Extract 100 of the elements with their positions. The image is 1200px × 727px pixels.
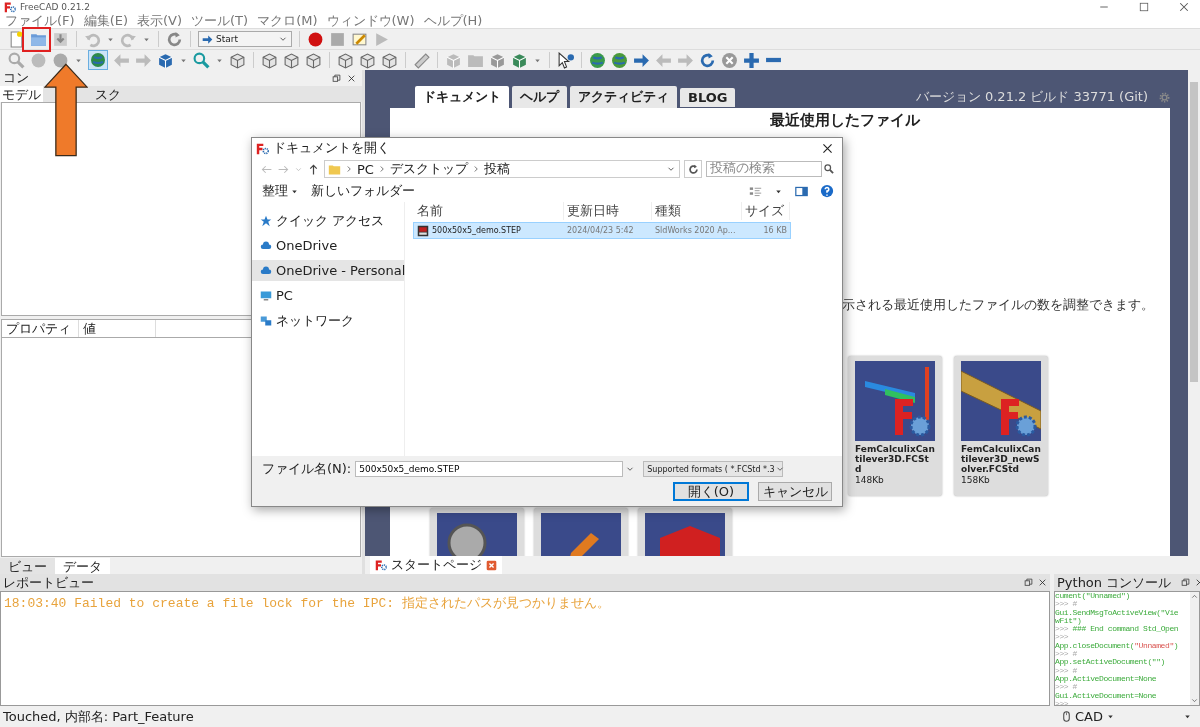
breadcrumb-item[interactable]: デスクトップ <box>389 160 468 178</box>
field-label: ファイル名(N): <box>262 460 352 478</box>
close-icon <box>1038 578 1047 587</box>
menu-item[interactable]: マクロ(M) <box>257 12 318 30</box>
menu-item[interactable]: 編集(E) <box>83 12 128 30</box>
file-row[interactable]: 500x50x5_demo.STEP 2024/04/23 5:42 SldWorks 2020 Ap... 16 KB <box>414 223 790 238</box>
cube-icon <box>359 51 376 69</box>
navigation-item[interactable]: PC <box>252 285 404 306</box>
column-header[interactable]: 更新日時 <box>564 202 652 220</box>
address-bar[interactable]: PC デスクトップ 投稿 <box>324 160 680 178</box>
column-header[interactable]: 名前 <box>414 202 564 220</box>
breadcrumb-item[interactable]: PC <box>357 161 374 177</box>
panel-title: Python コンソール <box>1057 573 1172 592</box>
cube-icon <box>283 51 300 69</box>
document-tab[interactable]: スタートページ <box>370 556 502 574</box>
folder-icon <box>328 162 341 176</box>
new-folder-button[interactable]: 新しいフォルダー <box>311 182 415 200</box>
file-name: FemCalculixCantilever3D_newSolver.FCStd <box>961 444 1041 474</box>
refresh-button[interactable] <box>684 160 702 178</box>
cube-icon <box>229 51 246 69</box>
console-line: >>> # <box>1055 600 1077 609</box>
console-line: Gui.SendMsgToActiveView("Vie <box>1055 608 1180 617</box>
navigation-item[interactable]: OneDrive <box>252 235 404 256</box>
dialog-button[interactable]: キャンセル <box>758 482 832 501</box>
menu-item[interactable]: ヘルプ(H) <box>423 12 483 30</box>
console-line: >>> # <box>1055 683 1077 692</box>
file-card[interactable]: FemCalculixCantilever3D_newSolver.FCStd 158Kb <box>954 356 1048 496</box>
start-page-tab[interactable]: ドキュメント <box>415 86 509 108</box>
file-size: 148Kb <box>855 475 885 485</box>
new-file-icon <box>8 30 25 48</box>
file-card[interactable]: FemCalculixCantilever3D.FCStd 148Kb <box>848 356 942 496</box>
hint-text: 示される最近使用したファイルの数を調整できます。 <box>841 296 1155 314</box>
console-line: >>> <box>1055 699 1070 705</box>
navigation-item[interactable]: OneDrive - Personal <box>252 260 404 281</box>
panel-tab[interactable]: モデル <box>0 86 43 102</box>
column-header[interactable]: サイズ <box>742 202 790 220</box>
start-page-tab[interactable]: アクティビティ <box>570 86 677 108</box>
cloud-icon <box>260 239 272 252</box>
box-icon <box>157 51 174 69</box>
circle-icon <box>52 51 69 69</box>
menu-item[interactable]: ウィンドウ(W) <box>326 12 415 30</box>
status-message: Touched, 内部名: Part_Feature <box>3 707 194 726</box>
up-icon <box>307 162 320 176</box>
dialog-button[interactable]: 開く(O) <box>673 482 749 501</box>
window-title: FreeCAD 0.21.2 <box>20 2 90 12</box>
scroll-down-icon <box>1190 696 1199 705</box>
globe-icon <box>589 51 606 69</box>
console-line: wFit") <box>1055 616 1082 625</box>
panel-tab[interactable]: データ <box>55 558 110 574</box>
logo-icon <box>4 1 16 13</box>
circle-icon <box>30 51 47 69</box>
restore-icon <box>1024 578 1033 587</box>
restore-icon <box>1181 578 1191 587</box>
scrollbar-thumb[interactable] <box>1190 82 1198 382</box>
search-field[interactable]: 投稿の検索 <box>706 161 822 177</box>
version-text: バージョン 0.21.2 ビルド 33771 (Git) <box>915 88 1148 106</box>
network-icon <box>260 314 272 327</box>
navigation-item[interactable]: ネットワーク <box>252 310 404 331</box>
navigation-item[interactable]: クイック アクセス <box>252 210 404 231</box>
start-page-tab[interactable]: BLOG <box>680 87 736 107</box>
file-name: FemCalculixCantilever3D.FCStd <box>855 444 935 474</box>
file-type-dropdown[interactable]: Supported formats ( *.FCStd *.3 <box>643 461 784 477</box>
minus-icon <box>765 57 782 63</box>
filename-field[interactable]: 500x50x5_demo.STEP <box>355 461 624 477</box>
cube-icon <box>381 51 398 69</box>
file-type: SldWorks 2020 Ap... <box>654 226 737 235</box>
navigation-style-dropdown[interactable]: CAD <box>1061 709 1115 724</box>
file-date: 2024/04/23 5:42 <box>566 226 635 235</box>
console-line: App.closeDocument("Unnamed") <box>1055 641 1180 651</box>
console-line: App.setActiveDocument("") <box>1055 658 1167 667</box>
console-line: Gui.ActiveDocument=None <box>1055 691 1158 700</box>
box-icon <box>489 51 506 69</box>
workbench-dropdown[interactable]: Start <box>198 31 292 47</box>
organize-button[interactable]: 整理 <box>262 182 299 200</box>
close-icon <box>821 141 834 155</box>
start-page-tab[interactable]: ヘルプ <box>512 86 567 108</box>
breadcrumb-item[interactable]: 投稿 <box>483 160 510 178</box>
column-header[interactable]: 種類 <box>652 202 742 220</box>
close-icon <box>347 73 356 83</box>
file-size: 158Kb <box>961 475 991 485</box>
menu-item[interactable]: ツール(T) <box>191 12 249 30</box>
panel-tab[interactable]: ビュー <box>0 558 55 574</box>
console-line: >>> <box>1055 633 1070 642</box>
plus-icon <box>743 51 760 69</box>
close-icon <box>486 559 497 571</box>
zoom-icon <box>8 51 25 69</box>
box-icon <box>511 51 528 69</box>
globe-icon <box>90 52 106 68</box>
scroll-up-icon <box>1190 592 1199 601</box>
menu-item[interactable]: ファイル(F) <box>5 12 75 30</box>
globe-icon <box>611 51 628 69</box>
refresh-icon <box>699 51 716 69</box>
pc-icon <box>260 289 272 302</box>
menu-item[interactable]: 表示(V) <box>137 12 183 30</box>
toolbar-toggle[interactable] <box>88 50 108 70</box>
caret-icon <box>1183 712 1192 721</box>
zoom-icon <box>193 51 210 69</box>
search-icon <box>824 164 834 174</box>
dialog-title: ドキュメントを開く <box>273 139 390 157</box>
save-icon <box>52 30 69 48</box>
